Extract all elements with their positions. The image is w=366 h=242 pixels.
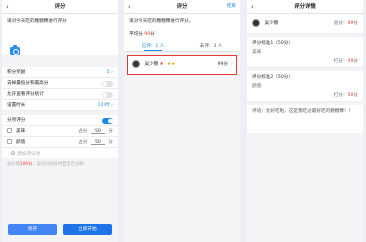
avg-unit: 分 [150, 32, 155, 37]
header: ‹ 评分详情 [247, 0, 363, 14]
total-unit: 分 [353, 21, 358, 26]
split-scoring-toggle[interactable] [102, 118, 113, 124]
add-item-label: 添加评分项 [17, 152, 40, 157]
average-score: 平均分 99分 [124, 27, 240, 41]
score-item-row: 美味 占分 50 分 [2, 126, 118, 137]
row-label: 允许查看评分统计 [7, 92, 44, 97]
row-label: 积分奖励 [7, 70, 26, 75]
drop-extremes-row: 去掉最低分和最高分 [2, 78, 118, 89]
checkbox[interactable] [7, 139, 12, 144]
score-unit: 分 [353, 93, 358, 98]
standard-value: 颜值 [252, 84, 262, 89]
standard-card: 评分标准1（50分） 美味 打分：49分 [247, 37, 363, 68]
score-input[interactable]: 50 [90, 139, 105, 145]
score-input[interactable]: 50 [90, 128, 105, 134]
page-title: 评分 [176, 4, 188, 10]
plus-icon: + [11, 151, 16, 156]
tab-rated[interactable]: 已评：1 人 [124, 41, 182, 51]
total-label: 总分： [333, 21, 348, 26]
start-button[interactable]: 立即开始 [63, 224, 112, 235]
avatar [252, 18, 260, 27]
comment-text: 评语：太好吃啦，这是我吃过最好吃的糖糖粿！！ [247, 105, 363, 133]
camera-icon[interactable] [10, 45, 20, 55]
standard-score: 打分：50分 [334, 92, 358, 98]
row-label: 设置时长 [7, 103, 26, 108]
student-result-row[interactable]: 吴少锦 ❦ ★★ 99分 › [127, 55, 237, 75]
rating-tabs: 已评：1 人 未评：3 人 [124, 41, 240, 52]
score-label: 打分： [333, 59, 348, 64]
back-icon[interactable]: ‹ [128, 0, 131, 14]
score-unit: 分 [353, 59, 358, 64]
back-icon[interactable]: ‹ [251, 0, 254, 14]
split-scoring-row: 分项评分 [2, 115, 118, 126]
standard-value: 美味 [252, 50, 262, 55]
total-note: 总分值100分，设分100分时显示百分制 [2, 158, 118, 170]
view-stats-row: 允许查看评分统计 [2, 89, 118, 100]
item-label[interactable]: 颜值 [16, 140, 25, 145]
add-item-button[interactable]: + 添加评分项 [2, 148, 118, 158]
page-title: 评分详情 [294, 4, 316, 10]
header: ‹ 评分 [2, 0, 118, 14]
score-unit: 分 [108, 129, 113, 134]
avatar [132, 59, 140, 68]
page-title: 评分 [54, 4, 66, 10]
checkbox[interactable] [7, 128, 12, 133]
avg-label: 平均分 [129, 32, 143, 37]
header: ‹ 评分 结束 [124, 0, 240, 14]
drop-extremes-toggle[interactable] [102, 81, 113, 87]
rating-detail-panel: ‹ 评分详情 吴少锦 总分：99分 评分标准1（50分） 美味 打分：49分 评… [247, 0, 363, 242]
row-value: 5 › [106, 70, 113, 75]
duration-row[interactable]: 设置时长 1小时 › [2, 100, 118, 111]
score-item-row: 颜值 占分 50 分 [2, 137, 118, 148]
row-label: 分项评分 [7, 118, 26, 123]
back-icon[interactable]: ‹ [6, 0, 9, 14]
total-value: 100分 [19, 162, 33, 167]
standard-card: 评分标准2（50分） 颜值 打分：50分 [247, 71, 363, 102]
total-score: 总分：99分 [334, 14, 358, 34]
flower-badge-icon: ❦ [159, 62, 164, 67]
save-button[interactable]: 保存 [8, 224, 57, 235]
end-button[interactable]: 结束 [227, 0, 236, 14]
total-suffix: ，设分100分时显示百分制 [32, 162, 84, 167]
rating-results-panel: ‹ 评分 结束 请对今天吃的糖糖粿进行评分。 平均分 99分 已评：1 人 未评… [124, 0, 240, 242]
row-value: 1小时 › [97, 103, 113, 108]
score-prefix: 占分 [78, 129, 88, 134]
rating-setup-panel: ‹ 评分 请对今天吃的糖糖粿进行评分 积分奖励 5 › 去掉最低分和最高分 允许… [2, 0, 118, 242]
item-label[interactable]: 美味 [16, 129, 25, 134]
total-prefix: 总分值 [7, 162, 20, 167]
student-name: 吴少锦 [144, 62, 159, 67]
standard-title: 评分标准2（50分） [252, 75, 293, 80]
user-summary: 吴少锦 总分：99分 [247, 14, 363, 34]
standard-title: 评分标准1（50分） [252, 41, 293, 46]
row-label: 去掉最低分和最高分 [7, 81, 49, 86]
score-unit: 分 [108, 140, 113, 145]
star-badge-icon: ★★ [167, 62, 176, 67]
student-score: 99分 [217, 62, 228, 67]
prompt-input[interactable]: 请对今天吃的糖糖粿进行评分 [2, 14, 118, 27]
chevron-right-icon: › [231, 62, 233, 67]
score-prefix: 占分 [78, 140, 88, 145]
prompt-text: 请对今天吃的糖糖粿进行评分。 [129, 19, 194, 24]
standard-score: 打分：49分 [334, 58, 358, 64]
user-name: 吴少锦 [264, 21, 279, 26]
points-reward-row[interactable]: 积分奖励 5 › [2, 67, 118, 78]
view-stats-toggle[interactable] [102, 92, 113, 98]
tab-unrated[interactable]: 未评：3 人 [182, 41, 240, 51]
score-label: 打分： [333, 93, 348, 98]
